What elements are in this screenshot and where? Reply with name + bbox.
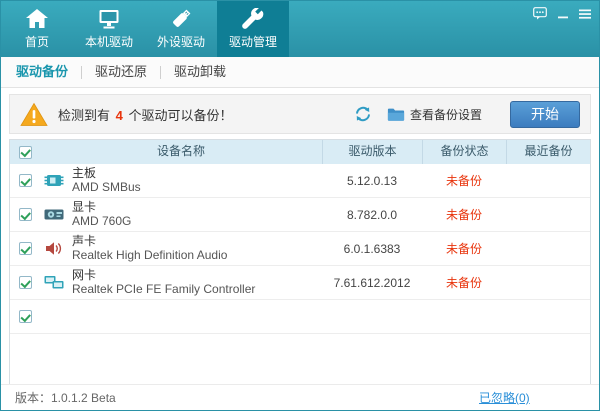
table-row[interactable]: 网卡 Realtek PCIe FE Family Controller 7.6…: [10, 266, 590, 300]
ignored-link[interactable]: 已忽略(0): [479, 389, 530, 406]
backup-status: 未备份: [422, 172, 506, 189]
device-type: 网卡: [72, 269, 255, 282]
nav-item-label: 驱动管理: [229, 33, 277, 50]
table-header: 设备名称 驱动版本 备份状态 最近备份: [10, 140, 590, 164]
device-type: 主板: [72, 167, 141, 180]
device-name: AMD 760G: [72, 215, 131, 228]
column-header-backup-status: 备份状态: [422, 140, 506, 164]
nav-item-local-drivers[interactable]: 本机驱动: [73, 1, 145, 57]
menu-icon[interactable]: [579, 9, 591, 19]
driver-version: 7.61.612.2012: [322, 276, 422, 290]
wrench-icon: [241, 8, 265, 30]
table-row[interactable]: [10, 300, 590, 334]
nav-item-home[interactable]: 首页: [1, 1, 73, 57]
device-name: Realtek High Definition Audio: [72, 249, 227, 262]
driver-version: 8.782.0.0: [322, 208, 422, 222]
window-controls: [533, 7, 591, 20]
column-header-driver-version: 驱动版本: [322, 140, 422, 164]
row-checkbox[interactable]: [19, 242, 32, 255]
column-header-device-name: 设备名称: [40, 140, 322, 164]
app-window: 首页 本机驱动 外设驱动 驱动管理 驱动备份驱动还原驱动卸载 检测到有 4 个驱…: [0, 0, 600, 411]
tab-restore[interactable]: 驱动还原: [82, 57, 160, 87]
table-row[interactable]: 声卡 Realtek High Definition Audio 6.0.1.6…: [10, 232, 590, 266]
backup-status: 未备份: [422, 240, 506, 257]
row-checkbox[interactable]: [19, 276, 32, 289]
folder-icon[interactable]: [387, 107, 405, 122]
device-name: Realtek PCIe FE Family Controller: [72, 283, 255, 296]
select-all-checkbox[interactable]: [19, 146, 32, 159]
speaker-icon: [44, 241, 64, 256]
start-button[interactable]: 开始: [510, 101, 580, 128]
nav-item-label: 首页: [25, 33, 49, 50]
feedback-icon[interactable]: [533, 7, 547, 20]
refresh-icon[interactable]: [355, 106, 371, 122]
table-row[interactable]: 主板 AMD SMBus 5.12.0.13 未备份: [10, 164, 590, 198]
table-row[interactable]: 显卡 AMD 760G 8.782.0.0 未备份: [10, 198, 590, 232]
minimize-icon[interactable]: [557, 9, 569, 19]
driver-version: 6.0.1.6383: [322, 242, 422, 256]
monitor-icon: [97, 8, 121, 30]
network-icon: [44, 275, 64, 290]
driver-version: 5.12.0.13: [322, 174, 422, 188]
notice-text: 检测到有 4 个驱动可以备份！: [58, 105, 232, 124]
warning-icon: [20, 102, 48, 127]
row-checkbox[interactable]: [19, 174, 32, 187]
tab-backup[interactable]: 驱动备份: [3, 57, 81, 87]
nav-item-peripheral-drivers[interactable]: 外设驱动: [145, 1, 217, 57]
column-header-recent-backup: 最近备份: [506, 140, 590, 164]
main-nav: 首页 本机驱动 外设驱动 驱动管理: [1, 1, 599, 57]
backup-count: 4: [114, 108, 125, 123]
row-checkbox[interactable]: [19, 208, 32, 221]
sub-tabs: 驱动备份驱动还原驱动卸载: [1, 57, 599, 88]
backup-status: 未备份: [422, 274, 506, 291]
home-icon: [25, 8, 49, 30]
view-backup-settings-link[interactable]: 查看备份设置: [410, 106, 482, 123]
chip-icon: [44, 173, 64, 188]
device-name: AMD SMBus: [72, 181, 141, 194]
backup-status: 未备份: [422, 206, 506, 223]
gpu-icon: [44, 207, 64, 222]
notice-prefix: 检测到有: [58, 108, 114, 123]
nav-item-label: 外设驱动: [157, 33, 205, 50]
device-type: 显卡: [72, 201, 131, 214]
tab-uninstall[interactable]: 驱动卸载: [161, 57, 239, 87]
notice-bar: 检测到有 4 个驱动可以备份！ 查看备份设置 开始: [9, 94, 591, 134]
table-body: 主板 AMD SMBus 5.12.0.13 未备份 显卡 AMD 760G 8…: [10, 164, 590, 334]
nav-item-driver-management[interactable]: 驱动管理: [217, 1, 289, 57]
notice-suffix: 个驱动可以备份！: [125, 108, 233, 123]
nav-item-label: 本机驱动: [85, 33, 133, 50]
usb-icon: [169, 8, 193, 30]
footer: 版本：1.0.1.2 Beta 已忽略(0): [1, 384, 599, 410]
device-type: 声卡: [72, 235, 227, 248]
nav-items: 首页 本机驱动 外设驱动 驱动管理: [1, 1, 289, 57]
row-checkbox[interactable]: [19, 310, 32, 323]
version-label: 版本：1.0.1.2 Beta: [15, 389, 116, 406]
driver-table: 设备名称 驱动版本 备份状态 最近备份 主板 AMD SMBus 5.12.0.…: [9, 139, 591, 385]
